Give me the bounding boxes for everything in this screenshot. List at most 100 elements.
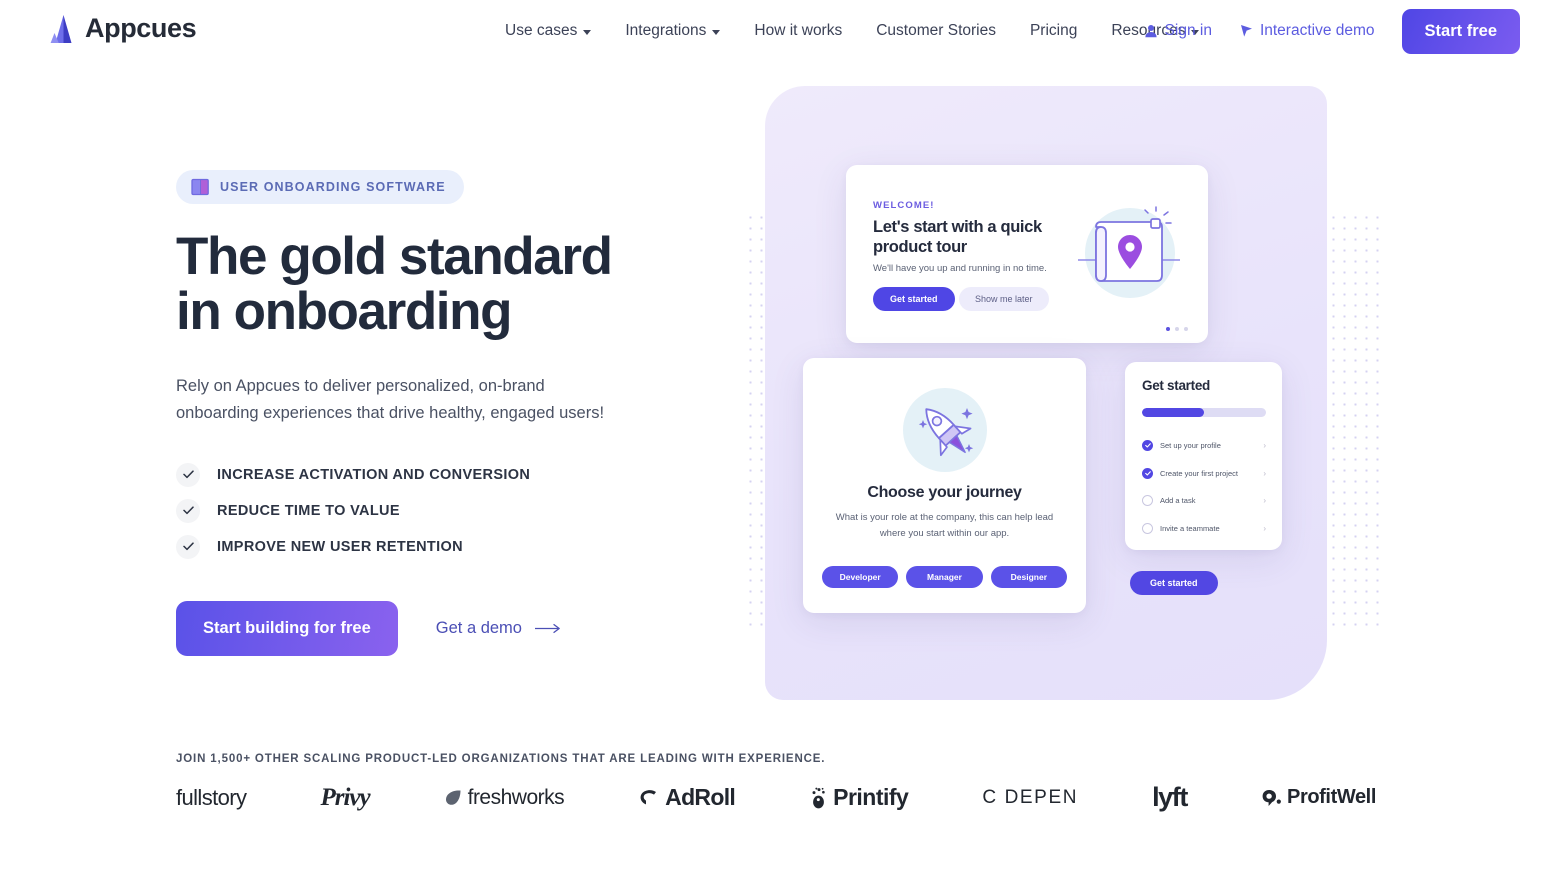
sign-in-label: Sign in — [1164, 22, 1212, 39]
logo-lyft: lyft — [1152, 782, 1188, 813]
hero-section: USER ONBOARDING SOFTWARE The gold standa… — [0, 62, 1550, 732]
nav-item-integrations[interactable]: Integrations — [608, 0, 737, 62]
benefit-item: INCREASE ACTIVATION AND CONVERSION — [176, 462, 736, 487]
arrow-right-icon — [534, 623, 560, 633]
person-icon — [1144, 25, 1157, 38]
hero-product-mockup: WELCOME! Let's start with a quick produc… — [700, 62, 1550, 732]
hero-badge-label: USER ONBOARDING SOFTWARE — [220, 180, 446, 194]
map-with-location-pin-icon — [1074, 197, 1186, 314]
benefit-item: REDUCE TIME TO VALUE — [176, 498, 736, 523]
checklist-item[interactable]: Create your first project › — [1142, 460, 1266, 488]
nav-label: Pricing — [1029, 22, 1078, 39]
site-header: Appcues Use cases Integrations How it wo… — [0, 0, 1550, 62]
nav-item-how-it-works[interactable]: How it works — [737, 0, 859, 62]
benefit-item: IMPROVE NEW USER RETENTION — [176, 534, 736, 559]
rocket-icon — [897, 382, 993, 483]
hero-badge: USER ONBOARDING SOFTWARE — [176, 170, 464, 204]
checklist-item-label: Add a task — [1160, 496, 1196, 506]
get-started-checklist-card: Get started Set up your profile › Create… — [1125, 362, 1282, 550]
chevron-right-icon: › — [1263, 496, 1266, 506]
carousel-pagination-dots[interactable] — [1166, 327, 1188, 331]
checklist-item[interactable]: Add a task › — [1142, 487, 1266, 515]
welcome-get-started-button[interactable]: Get started — [873, 287, 955, 311]
logo-printify: Printify — [809, 784, 909, 811]
profitwell-icon — [1262, 790, 1281, 806]
logo-profitwell: ProfitWell — [1261, 786, 1376, 809]
check-icon — [176, 498, 200, 523]
logo-freshworks: freshworks — [444, 786, 565, 810]
check-circle-empty-icon — [1142, 495, 1153, 507]
nav-item-pricing[interactable]: Pricing — [1013, 0, 1094, 62]
benefit-label: REDUCE TIME TO VALUE — [217, 502, 400, 519]
nav-label: Integrations — [625, 22, 707, 39]
check-circle-empty-icon — [1142, 522, 1153, 534]
progress-bar — [1142, 408, 1266, 417]
social-proof-caption: JOIN 1,500+ OTHER SCALING PRODUCT-LED OR… — [176, 753, 826, 765]
hero-benefits-list: INCREASE ACTIVATION AND CONVERSION REDUC… — [176, 462, 736, 559]
nav-item-use-cases[interactable]: Use cases — [505, 0, 608, 62]
nav-item-customer-stories[interactable]: Customer Stories — [859, 0, 1013, 62]
chevron-right-icon: › — [1263, 441, 1266, 451]
hero-copy: USER ONBOARDING SOFTWARE The gold standa… — [176, 170, 736, 656]
hero-cta-row: Start building for free Get a demo — [176, 600, 736, 656]
logo-privy: Privy — [320, 783, 370, 812]
check-icon — [176, 462, 200, 487]
customer-logos-row: fullstory Privy freshworks AdRoll Printi… — [176, 782, 1376, 813]
chevron-down-icon — [583, 29, 592, 35]
journey-role-options: Developer Manager Designer — [822, 566, 1067, 588]
cursor-arrow-icon — [1240, 25, 1252, 37]
interactive-demo-link[interactable]: Interactive demo — [1226, 22, 1389, 40]
checklist-item-label: Create your first project — [1160, 468, 1238, 478]
logo-label: Privy — [320, 783, 370, 811]
welcome-title: Let's start with a quick product tour — [873, 218, 1042, 257]
sign-in-link[interactable]: Sign in — [1130, 22, 1226, 40]
logo-adroll: AdRoll — [638, 784, 736, 811]
checklist-item-label: Set up your profile — [1160, 441, 1221, 451]
headline-line-2: in onboarding — [176, 282, 512, 342]
interactive-demo-label: Interactive demo — [1259, 22, 1375, 39]
get-a-demo-link[interactable]: Get a demo — [436, 619, 561, 638]
logo-label: C DEPEN — [982, 786, 1079, 808]
logo-label: freshworks — [467, 785, 565, 809]
check-circle-filled-icon — [1142, 467, 1153, 479]
benefit-label: INCREASE ACTIVATION AND CONVERSION — [217, 466, 531, 483]
pagination-dot[interactable] — [1184, 327, 1188, 331]
logo-label: Printify — [833, 784, 909, 810]
check-icon — [176, 534, 200, 559]
logo-label: ProfitWell — [1287, 786, 1376, 808]
chevron-right-icon: › — [1263, 468, 1266, 478]
journey-title: Choose your journey — [867, 484, 1022, 501]
welcome-modal-card: WELCOME! Let's start with a quick produc… — [846, 165, 1208, 343]
role-option-designer[interactable]: Designer — [990, 566, 1067, 588]
brand-logo[interactable]: Appcues — [50, 13, 197, 44]
checklist-item[interactable]: Set up your profile › — [1142, 432, 1266, 460]
logo-fullstory: fullstory — [176, 785, 247, 811]
chevron-down-icon — [712, 29, 721, 35]
hero-subcopy: Rely on Appcues to deliver personalized,… — [176, 377, 605, 422]
checklist-title: Get started — [1142, 378, 1210, 393]
logo-codepen: C DEPEN — [982, 787, 1078, 809]
role-option-manager[interactable]: Manager — [906, 566, 983, 588]
checklist-get-started-button[interactable]: Get started — [1130, 571, 1218, 595]
welcome-subtitle: We'll have you up and running in no time… — [873, 263, 1047, 274]
benefit-label: IMPROVE NEW USER RETENTION — [217, 538, 463, 555]
checklist-item[interactable]: Invite a teammate › — [1142, 515, 1266, 543]
logo-label: lyft — [1152, 782, 1188, 812]
nav-label: Customer Stories — [876, 22, 996, 39]
checklist-items: Set up your profile › Create your first … — [1142, 432, 1266, 542]
choose-journey-card: Choose your journey What is your role at… — [803, 358, 1086, 613]
welcome-show-me-later-button[interactable]: Show me later — [959, 287, 1049, 311]
start-free-button[interactable]: Start free — [1401, 8, 1520, 54]
main-nav: Use cases Integrations How it works Cust… — [505, 0, 1216, 62]
pagination-dot[interactable] — [1175, 327, 1179, 331]
page-title: The gold standard in onboarding — [176, 229, 736, 339]
freshworks-leaf-icon — [445, 790, 461, 805]
adroll-swoosh-icon — [640, 789, 657, 804]
checklist-item-label: Invite a teammate — [1160, 523, 1220, 533]
brand-name: Appcues — [85, 13, 197, 43]
chevron-right-icon: › — [1263, 523, 1266, 533]
role-option-developer[interactable]: Developer — [822, 566, 899, 588]
nav-label: How it works — [754, 22, 843, 39]
pagination-dot-active[interactable] — [1166, 327, 1170, 331]
start-building-button[interactable]: Start building for free — [176, 600, 398, 656]
